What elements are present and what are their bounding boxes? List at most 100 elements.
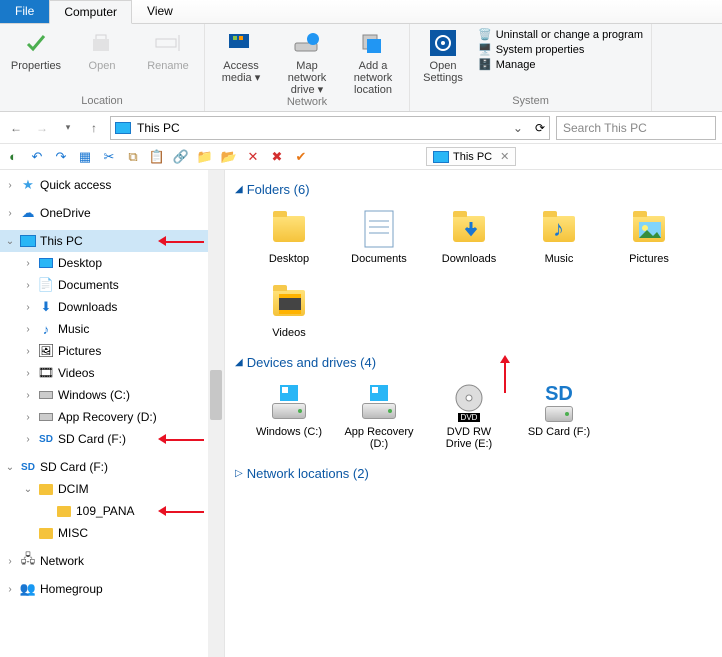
network-header[interactable]: ▷Network locations (2) [235,466,712,481]
expand-icon[interactable]: ⌄ [4,236,16,247]
delete-perm-button[interactable]: ✖ [268,148,286,166]
tree-label: Homegroup [40,582,103,596]
tile-downloads[interactable]: Downloads [433,209,505,265]
vid-icon: 🎞 [38,365,54,381]
tile-windows-c-[interactable]: Windows (C:) [253,382,325,450]
tree-node-onedrive[interactable]: › ☁ OneDrive [0,202,224,224]
close-tab-icon[interactable]: ✕ [500,150,509,163]
tree-node-109-pana[interactable]: 109_PANA [0,500,224,522]
move-to-button[interactable]: 📂 [220,148,238,166]
tree-node-sd-card-f-[interactable]: ›SDSD Card (F:) [0,428,224,450]
expand-icon[interactable]: › [22,280,34,291]
fld-icon [56,503,72,519]
address-bar[interactable]: This PC ⌄ ⟳ [110,116,550,140]
quick-toolbar: ◐ ↶ ↷ ▦ ✂ ⧉ 📋 🔗 📁 📂 ✕ ✖ ✔ This PC ✕ [0,144,722,170]
tree-node-quick-access[interactable]: ›★Quick access [0,174,224,196]
back-button[interactable]: ← [6,118,26,138]
tile-documents[interactable]: Documents [343,209,415,265]
forward-button[interactable]: → [32,118,52,138]
expand-icon[interactable]: ⌄ [4,462,16,473]
devices-header[interactable]: ◢Devices and drives (4) [235,355,712,370]
tree-node-network[interactable]: ›🖧Network [0,550,224,572]
uninstall-icon: 🗑️ [478,28,492,41]
paste-shortcut-button[interactable]: 🔗 [172,148,190,166]
expand-icon[interactable]: › [4,208,16,219]
tile-videos[interactable]: Videos [253,283,325,339]
tree-node-documents[interactable]: ›📄Documents [0,274,224,296]
access-media-button[interactable]: Access media ▾ [213,28,269,96]
expand-icon[interactable]: › [22,302,34,313]
tab-file[interactable]: File [0,0,49,23]
nav-tree[interactable]: ›★Quick access›☁OneDrive⌄This PC›Desktop… [0,170,225,657]
recent-button[interactable]: ▾ [58,118,78,138]
uninstall-button[interactable]: 🗑️Uninstall or change a program [478,28,643,41]
tab-computer[interactable]: Computer [49,0,132,24]
tile-pictures[interactable]: Pictures [613,209,685,265]
copy-button[interactable]: ⧉ [124,148,142,166]
path-tab-label: This PC [453,151,492,163]
open-label: Open [89,60,116,72]
tile-sd-card-f-[interactable]: SDSD Card (F:) [523,382,595,450]
properties-button[interactable]: Properties [8,28,64,72]
tile-dvd-rw-drive-e-[interactable]: DVDDVD RW Drive (E:) [433,382,505,450]
tree-label: OneDrive [40,206,91,220]
up-button[interactable]: ↑ [84,118,104,138]
tree-node-pictures[interactable]: ›🖼Pictures [0,340,224,362]
tree-node-this-pc[interactable]: ⌄This PC [0,230,224,252]
tile-desktop[interactable]: Desktop [253,209,325,265]
expand-icon[interactable]: › [22,324,34,335]
tile-app-recovery-d-[interactable]: App Recovery (D:) [343,382,415,450]
ok-button[interactable]: ✔ [292,148,310,166]
system-properties-button[interactable]: 🖥️System properties [478,43,643,56]
expand-icon[interactable]: › [22,390,34,401]
expand-icon[interactable]: › [22,434,34,445]
ribbon-group-network: Access media ▾ Map network drive ▾ Add a… [205,24,410,111]
expand-icon[interactable]: › [4,584,16,595]
paste-button[interactable]: 📋 [148,148,166,166]
devices-title: Devices and drives (4) [247,355,376,370]
manage-button[interactable]: 🗄️Manage [478,58,643,71]
new-tab-button[interactable]: ◐ [4,148,22,166]
address-dropdown-icon[interactable]: ⌄ [513,121,523,135]
refresh-button[interactable]: ⟳ [535,121,545,135]
grid-button[interactable]: ▦ [76,148,94,166]
properties-label: Properties [11,60,61,72]
path-tab[interactable]: This PC ✕ [426,147,516,166]
tile-music[interactable]: ♪Music [523,209,595,265]
tree-scrollbar[interactable] [208,170,224,657]
tree-node-windows-c-[interactable]: ›Windows (C:) [0,384,224,406]
tree-node-music[interactable]: ›♪Music [0,318,224,340]
expand-icon[interactable]: › [22,258,34,269]
map-drive-button[interactable]: Map network drive ▾ [279,28,335,96]
scrollbar-thumb[interactable] [210,370,222,420]
cloud-icon: ☁ [20,205,36,221]
tree-node-downloads[interactable]: ›⬇Downloads [0,296,224,318]
tree-node-desktop[interactable]: › Desktop [0,252,224,274]
system-properties-label: System properties [496,44,585,56]
net-icon: 🖧 [20,553,36,569]
open-settings-button[interactable]: Open Settings [418,28,468,84]
add-location-button[interactable]: Add a network location [345,28,401,96]
expand-icon[interactable]: ⌄ [22,484,34,495]
add-location-label: Add a network location [345,60,401,96]
tree-node-homegroup[interactable]: ›👥Homegroup [0,578,224,600]
tree-label: Desktop [58,256,102,270]
new-folder-button[interactable]: 📁 [196,148,214,166]
expand-icon[interactable]: › [22,368,34,379]
search-input[interactable]: Search This PC [556,116,716,140]
redo-button[interactable]: ↷ [52,148,70,166]
delete-button[interactable]: ✕ [244,148,262,166]
undo-button[interactable]: ↶ [28,148,46,166]
expand-icon[interactable]: › [4,556,16,567]
tree-node-misc[interactable]: MISC [0,522,224,544]
tab-view[interactable]: View [132,0,188,23]
folders-header[interactable]: ◢Folders (6) [235,182,712,197]
expand-icon[interactable]: › [4,180,16,191]
tree-node-app-recovery-d-[interactable]: ›App Recovery (D:) [0,406,224,428]
tree-node-sd-card-f-[interactable]: ⌄SDSD Card (F:) [0,456,224,478]
tree-node-videos[interactable]: ›🎞Videos [0,362,224,384]
tree-node-dcim[interactable]: ⌄DCIM [0,478,224,500]
expand-icon[interactable]: › [22,412,34,423]
expand-icon[interactable]: › [22,346,34,357]
cut-button[interactable]: ✂ [100,148,118,166]
